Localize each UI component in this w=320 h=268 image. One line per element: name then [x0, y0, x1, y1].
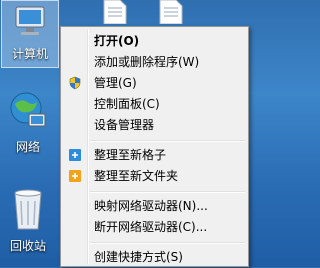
- desktop-icon-label: 网络: [15, 140, 40, 154]
- menu-separator: [90, 242, 245, 244]
- document-file-icon[interactable]: [96, 0, 130, 25]
- context-menu: 打开(O) 添加或删除程序(W) 管理(G) 控制面板(C) 设备管理器 整理至…: [60, 26, 249, 267]
- plus-blue-icon: [69, 149, 81, 161]
- menu-item-label: 整理至新格子: [94, 148, 167, 162]
- menu-item-add-remove-programs[interactable]: 添加或删除程序(W): [63, 51, 246, 73]
- menu-item-label: 映射网络驱动器(N)...: [94, 199, 208, 213]
- menu-item-label: 设备管理器: [94, 118, 155, 132]
- menu-item-label: 添加或删除程序(W): [94, 55, 200, 69]
- menu-item-open[interactable]: 打开(O): [63, 30, 246, 52]
- recycle-bin-icon: [14, 189, 42, 230]
- shield-icon: [69, 76, 81, 90]
- desktop-icon-label: 回收站: [9, 239, 46, 253]
- menu-item-label: 管理(G): [94, 76, 137, 90]
- menu-item-label: 整理至新文件夹: [94, 169, 179, 183]
- desktop-icon-recycle-bin[interactable]: 回收站: [0, 185, 56, 259]
- menu-item-organize-new-grid[interactable]: 整理至新格子: [63, 144, 246, 166]
- menu-item-disconnect-network-drive[interactable]: 断开网络驱动器(C)...: [63, 216, 246, 238]
- menu-item-label: 打开(O): [94, 34, 140, 48]
- menu-separator: [90, 140, 245, 142]
- document-file-icon[interactable]: [152, 0, 186, 25]
- computer-icon: [15, 6, 45, 35]
- network-icon: [10, 92, 46, 127]
- menu-separator: [90, 191, 245, 193]
- menu-item-manage[interactable]: 管理(G): [63, 72, 246, 94]
- desktop-icon-label: 计算机: [11, 47, 48, 61]
- menu-item-create-shortcut[interactable]: 创建快捷方式(S): [63, 246, 246, 268]
- menu-item-label: 控制面板(C): [94, 97, 160, 111]
- plus-orange-icon: [69, 170, 81, 182]
- desktop-icon-computer[interactable]: 计算机: [1, 0, 59, 68]
- menu-item-label: 创建快捷方式(S): [94, 250, 183, 264]
- menu-item-organize-new-folder[interactable]: 整理至新文件夹: [63, 165, 246, 187]
- menu-item-map-network-drive[interactable]: 映射网络驱动器(N)...: [63, 195, 246, 217]
- menu-item-label: 断开网络驱动器(C)...: [94, 220, 208, 234]
- menu-item-device-manager[interactable]: 设备管理器: [63, 114, 246, 136]
- desktop-icon-network[interactable]: 网络: [0, 90, 56, 160]
- menu-item-control-panel[interactable]: 控制面板(C): [63, 93, 246, 115]
